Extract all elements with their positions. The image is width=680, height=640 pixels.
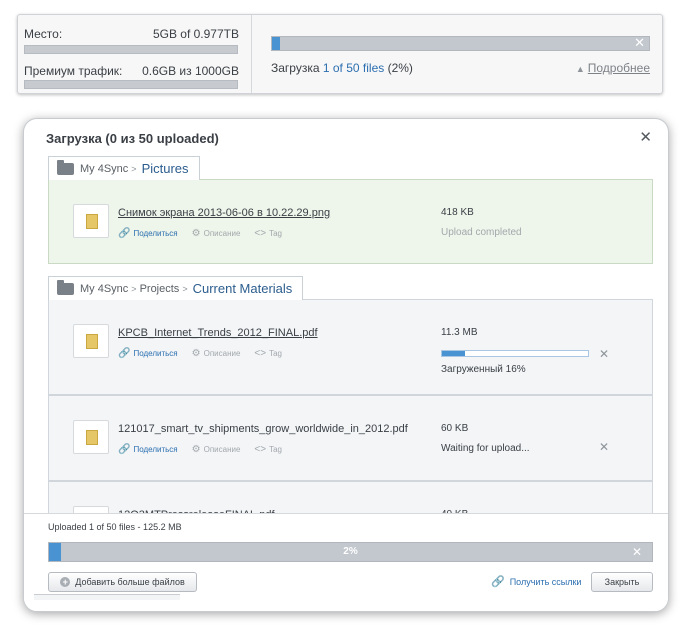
description-label: Описание — [203, 445, 241, 454]
breadcrumb-current[interactable]: Current Materials — [193, 281, 293, 296]
file-row: 121017_smart_tv_shipments_grow_worldwide… — [48, 395, 653, 481]
dialog-footer: Uploaded 1 of 50 files - 125.2 MB 2% ✕ +… — [24, 513, 668, 611]
upload-status-text: Загрузка 1 of 50 files (2%) — [271, 61, 413, 75]
breadcrumb-separator-icon: > — [182, 283, 188, 294]
file-name-link[interactable]: Снимок экрана 2013-06-06 в 10.22.29.png — [118, 207, 330, 219]
upload-percent: (2%) — [387, 61, 413, 75]
space-value: 5GB of 0.977TB — [152, 27, 239, 41]
file-size: 418 KB — [441, 207, 474, 218]
cancel-all-icon[interactable]: ✕ — [632, 545, 642, 559]
tag-button[interactable]: <> Tag — [254, 228, 282, 239]
folder-breadcrumb-current-materials: My 4Sync > Projects > Current Materials — [48, 276, 304, 300]
upload-dialog: Загрузка (0 из 50 uploaded) ✕ My 4Sync >… — [23, 118, 669, 612]
breadcrumb-root[interactable]: My 4Sync — [80, 163, 128, 175]
file-name-link[interactable]: 121017_smart_tv_shipments_grow_worldwide… — [118, 423, 408, 435]
file-status: Waiting for upload... — [441, 443, 530, 454]
premium-traffic-value: 0.6GB из 1000GB — [142, 64, 239, 78]
triangle-up-icon: ▲ — [575, 64, 585, 74]
breadcrumb-separator-icon: > — [131, 283, 137, 294]
description-icon: ⚙ — [191, 348, 201, 359]
share-button[interactable]: 🔗 Поделиться — [118, 444, 178, 455]
tag-icon: <> — [254, 228, 267, 239]
tag-label: Tag — [269, 349, 283, 358]
tag-icon: <> — [254, 348, 267, 359]
storage-usage-panel: Место: 5GB of 0.977TB Премиум трафик: 0.… — [18, 15, 252, 93]
add-more-files-button[interactable]: + Добавить больше файлов — [48, 572, 197, 592]
space-label: Место: — [24, 27, 63, 41]
breadcrumb-root[interactable]: My 4Sync — [80, 283, 128, 295]
upload-files-link[interactable]: 1 of 50 files — [323, 61, 384, 75]
file-actions: 🔗 Поделиться ⚙ Описание <> Tag — [118, 228, 282, 239]
share-button[interactable]: 🔗 Поделиться — [118, 348, 178, 359]
premium-traffic-bar — [24, 80, 238, 89]
folder-icon — [57, 159, 74, 175]
close-button-label: Закрыть — [604, 577, 640, 587]
description-button[interactable]: ⚙ Описание — [192, 444, 241, 455]
breadcrumb-separator-icon: > — [131, 163, 137, 174]
description-button[interactable]: ⚙ Описание — [192, 348, 241, 359]
folder-icon — [57, 279, 74, 295]
details-link[interactable]: ▲ Подробнее — [576, 61, 650, 75]
file-thumbnail — [73, 204, 109, 238]
file-actions: 🔗 Поделиться ⚙ Описание <> Tag — [118, 348, 282, 359]
file-size: 11.3 MB — [441, 327, 478, 338]
close-icon[interactable]: ✕ — [639, 128, 652, 146]
file-actions: 🔗 Поделиться ⚙ Описание <> Tag — [118, 444, 282, 455]
folder-breadcrumb-pictures: My 4Sync > Pictures — [48, 156, 200, 180]
breadcrumb-current[interactable]: Pictures — [142, 161, 189, 176]
link-icon: 🔗 — [118, 228, 131, 239]
cancel-upload-icon[interactable]: ✕ — [634, 35, 645, 51]
file-status: Upload completed — [441, 227, 522, 238]
description-icon: ⚙ — [191, 228, 201, 239]
cancel-file-icon[interactable]: ✕ — [599, 347, 609, 361]
space-usage-bar — [24, 45, 238, 54]
total-progress-bar: 2% ✕ — [48, 542, 653, 562]
description-label: Описание — [203, 229, 241, 238]
upload-status-prefix: Загрузка — [271, 61, 320, 75]
share-label: Поделиться — [133, 229, 178, 238]
plus-icon: + — [60, 577, 71, 587]
share-label: Поделиться — [133, 349, 178, 358]
dialog-title: Загрузка (0 из 50 uploaded) — [46, 131, 219, 146]
file-status: Загруженный 16% — [441, 364, 526, 375]
total-progress-label: 2% — [343, 546, 358, 557]
file-thumbnail — [73, 420, 109, 454]
get-links-button[interactable]: 🔗 Получить ссылки — [491, 575, 581, 588]
share-label: Поделиться — [133, 445, 178, 454]
details-link-label: Подробнее — [587, 61, 650, 75]
link-icon: 🔗 — [118, 348, 131, 359]
file-upload-progress-fill — [442, 351, 466, 356]
tag-button[interactable]: <> Tag — [254, 348, 282, 359]
upload-progress-bar: ✕ — [271, 35, 650, 51]
description-label: Описание — [203, 349, 241, 358]
tag-label: Tag — [269, 445, 283, 454]
tag-button[interactable]: <> Tag — [254, 444, 282, 455]
footer-divider — [34, 594, 180, 600]
storage-status-bar: Место: 5GB of 0.977TB Премиум трафик: 0.… — [17, 14, 663, 94]
add-more-files-label: Добавить больше файлов — [75, 577, 185, 587]
close-button[interactable]: Закрыть — [591, 572, 653, 592]
get-links-label: Получить ссылки — [509, 576, 582, 587]
tag-icon: <> — [254, 444, 267, 455]
file-thumbnail — [73, 324, 109, 358]
file-upload-progress-bar — [441, 350, 589, 357]
upload-summary-panel: ✕ Загрузка 1 of 50 files (2%) ▲ Подробнее — [262, 15, 660, 93]
description-icon: ⚙ — [191, 444, 201, 455]
link-icon: 🔗 — [118, 444, 131, 455]
file-row: KPCB_Internet_Trends_2012_FINAL.pdf 🔗 Под… — [48, 299, 653, 395]
description-button[interactable]: ⚙ Описание — [192, 228, 241, 239]
share-button[interactable]: 🔗 Поделиться — [118, 228, 178, 239]
link-icon: 🔗 — [491, 576, 505, 588]
upload-summary: Uploaded 1 of 50 files - 125.2 MB — [48, 522, 182, 532]
breadcrumb-segment[interactable]: Projects — [140, 283, 180, 295]
cancel-file-icon[interactable]: ✕ — [599, 440, 609, 454]
file-row: Снимок экрана 2013-06-06 в 10.22.29.png … — [48, 179, 653, 264]
file-size: 60 KB — [441, 423, 469, 434]
upload-progress-fill — [272, 37, 280, 50]
tag-label: Tag — [269, 229, 283, 238]
file-name-link[interactable]: KPCB_Internet_Trends_2012_FINAL.pdf — [118, 327, 318, 339]
premium-traffic-label: Премиум трафик: — [24, 64, 123, 78]
